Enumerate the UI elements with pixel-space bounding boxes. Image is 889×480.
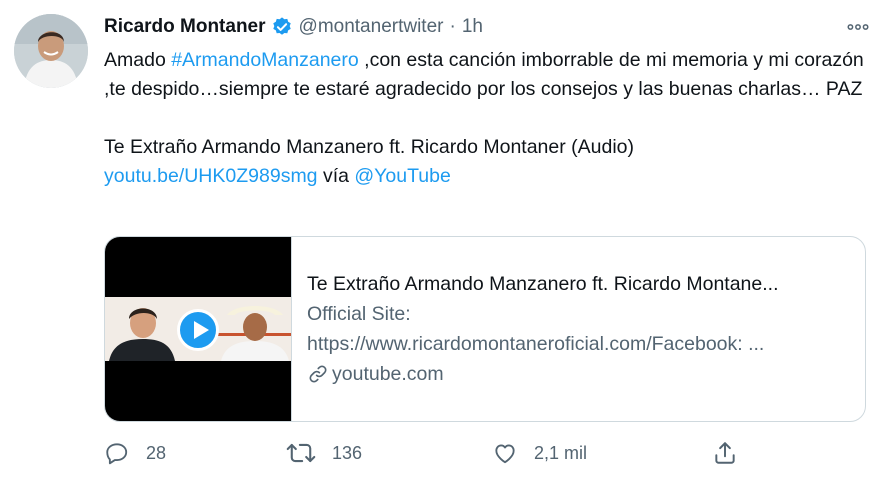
video-title-text: Te Extraño Armando Manzanero ft. Ricardo… [104, 136, 635, 158]
link-card[interactable]: Te Extraño Armando Manzanero ft. Ricardo… [104, 236, 866, 422]
reply-icon [104, 440, 130, 466]
verified-badge-icon [271, 16, 293, 38]
hashtag-link[interactable]: #ArmandoManzanero [171, 49, 359, 71]
action-bar: 28 136 2,1 mil [104, 436, 744, 470]
retweet-count: 136 [332, 442, 363, 463]
card-domain: youtube.com [332, 363, 444, 385]
card-title: Te Extraño Armando Manzanero ft. Ricardo… [307, 273, 779, 295]
youtube-mention[interactable]: @YouTube [354, 165, 450, 187]
share-button[interactable] [712, 440, 738, 466]
card-description-line1: Official Site: [307, 303, 411, 325]
reply-count: 28 [146, 442, 167, 463]
link-icon [307, 363, 329, 385]
tweet-text: Amado #ArmandoManzanero ,con esta canció… [104, 46, 874, 191]
card-description-line2: https://www.ricardomontaneroficial.com/F… [307, 333, 765, 355]
timestamp[interactable]: 1h [462, 16, 483, 38]
more-icon[interactable] [845, 14, 871, 40]
separator-dot: · [449, 16, 456, 37]
like-icon [492, 440, 518, 466]
tweet-header: Ricardo Montaner @montanertwiter · 1h [104, 12, 879, 42]
like-button[interactable]: 2,1 mil [492, 440, 587, 466]
video-thumbnail[interactable] [105, 237, 292, 421]
card-info: Te Extraño Armando Manzanero ft. Ricardo… [307, 269, 852, 389]
author-name[interactable]: Ricardo Montaner [104, 16, 266, 38]
retweet-icon [286, 440, 316, 466]
share-icon [712, 440, 738, 466]
tweet-text-part1: Amado [104, 49, 172, 71]
play-icon[interactable] [177, 309, 219, 351]
tweet-body: Amado #ArmandoManzanero ,con esta canció… [104, 46, 874, 104]
reply-button[interactable]: 28 [104, 440, 166, 466]
card-domain-row: youtube.com [307, 359, 852, 389]
retweet-button[interactable]: 136 [286, 440, 362, 466]
like-count: 2,1 mil [534, 442, 588, 463]
avatar[interactable] [14, 14, 88, 88]
video-link[interactable]: youtu.be/UHK0Z989smg [104, 165, 318, 187]
link-line: youtu.be/UHK0Z989smg vía @YouTube [104, 162, 874, 191]
via-text: vía [317, 165, 355, 187]
author-handle[interactable]: @montanertwiter [299, 16, 444, 38]
